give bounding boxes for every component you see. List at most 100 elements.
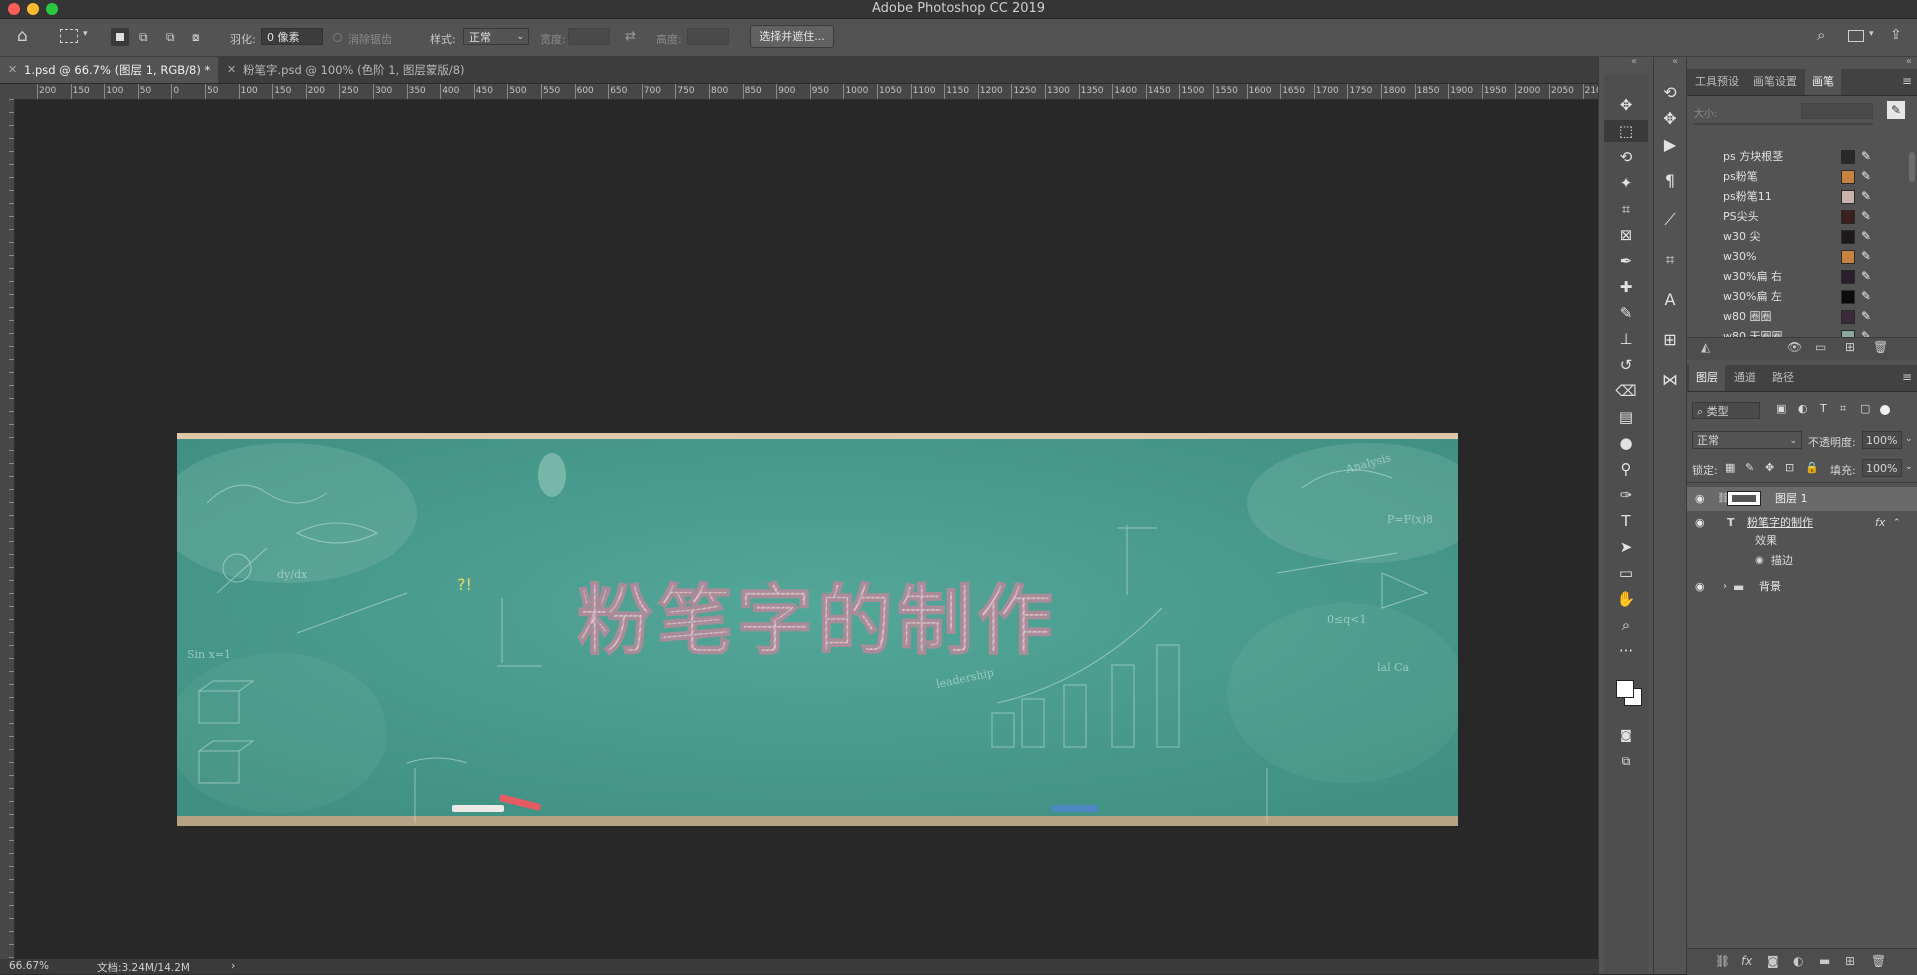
eyedropper-tool-icon[interactable]: ✒ [1604, 250, 1648, 272]
share-icon[interactable]: ⇪ [1890, 28, 1902, 42]
brush-preset-row[interactable]: w30% ✎ [1687, 247, 1917, 267]
width-input[interactable] [568, 28, 610, 45]
adjustments-icon[interactable]: ⟋ [1654, 207, 1686, 233]
subtract-selection-icon[interactable]: ⧉ [166, 31, 175, 43]
lock-transparency-icon[interactable]: ▦ [1725, 461, 1735, 474]
swap-dimensions-icon[interactable]: ⇄ [625, 30, 636, 43]
actions-play-icon[interactable]: ▶ [1654, 132, 1686, 158]
lock-artboard-icon[interactable]: ⊡ [1785, 461, 1794, 474]
glyph-icon[interactable]: ⋈ [1654, 367, 1686, 393]
select-and-mask-button[interactable]: 选择并遮住... [750, 25, 834, 48]
blur-tool-icon[interactable]: ● [1604, 432, 1648, 454]
style-select[interactable]: 正常 ⌄ [463, 28, 529, 45]
blend-mode-select[interactable]: 正常 ⌄ [1692, 431, 1802, 449]
brush-preset-row[interactable]: w80 无圈圈 ✎ [1687, 327, 1917, 337]
marquee-tool-icon[interactable]: ⬚ [1604, 120, 1648, 142]
new-group-icon[interactable]: ▭ [1815, 340, 1826, 354]
clone-stamp-tool-icon[interactable]: ⊥ [1604, 328, 1648, 350]
zoom-tool-icon[interactable]: ⌕ [1604, 614, 1648, 636]
brush-preset-row[interactable]: ps 方块根茎 ✎ [1687, 147, 1917, 167]
layer-row-effects[interactable]: 效果 [1687, 531, 1917, 551]
brush-size-triangle-icon[interactable]: ◭ [1701, 340, 1710, 354]
tab-brush-settings[interactable]: 画笔设置 [1747, 69, 1803, 95]
eraser-tool-icon[interactable]: ⌫ [1604, 380, 1648, 402]
magic-wand-tool-icon[interactable]: ✦ [1604, 172, 1648, 194]
antialias-checkbox[interactable] [333, 33, 342, 42]
eye-icon[interactable]: ◉ [1755, 551, 1764, 571]
brush-size-input[interactable] [1801, 103, 1873, 119]
type-tool-icon[interactable]: T [1604, 510, 1648, 532]
paragraph-icon[interactable]: ¶ [1654, 168, 1686, 194]
collapse-icon[interactable]: « [1672, 56, 1678, 67]
tab-paths[interactable]: 路径 [1765, 365, 1801, 391]
zoom-level[interactable]: 66.67% [9, 960, 49, 972]
workspace-icon[interactable] [1848, 30, 1864, 42]
history-icon[interactable]: ⟲ [1654, 80, 1686, 106]
layer-filter-select[interactable]: ⌕ 类型 [1692, 402, 1760, 419]
history-brush-tool-icon[interactable]: ↺ [1604, 354, 1648, 376]
rectangle-tool-icon[interactable]: ▭ [1604, 562, 1648, 584]
layer-row-layer1[interactable]: ◉ ⛓ 图层 1 [1687, 487, 1917, 511]
new-brush-icon[interactable]: ⊞ [1845, 340, 1855, 354]
type-filter-icon[interactable]: T [1820, 402, 1827, 415]
brush-preset-row[interactable]: w80 圈圈 ✎ [1687, 307, 1917, 327]
panel-menu-icon[interactable]: ≡ [1902, 74, 1912, 88]
crop-properties-icon[interactable]: ⌗ [1654, 247, 1686, 273]
chevron-down-icon[interactable]: ⌄ [1905, 434, 1913, 444]
close-tab-icon[interactable]: ✕ [227, 57, 236, 83]
spot-heal-tool-icon[interactable]: ✚ [1604, 276, 1648, 298]
tab-tool-presets[interactable]: 工具预设 [1689, 69, 1745, 95]
lock-position-icon[interactable]: ✥ [1765, 461, 1774, 474]
height-input[interactable] [687, 28, 729, 45]
brush-size-slider[interactable] [1693, 123, 1873, 125]
collapse-icon[interactable]: « [1906, 56, 1912, 67]
screen-mode-icon[interactable]: ⧉ [1604, 750, 1648, 772]
brush-preset-row[interactable]: w30%扁 右 ✎ [1687, 267, 1917, 287]
add-selection-icon[interactable]: ⧉ [139, 31, 148, 43]
fx-icon[interactable]: fx [1741, 954, 1752, 968]
eye-icon[interactable]: ◉ [1695, 575, 1705, 599]
pixel-filter-icon[interactable]: ▣ [1776, 402, 1786, 415]
brush-preset-row[interactable]: ps粉笔 ✎ [1687, 167, 1917, 187]
adjustment-layer-icon[interactable]: ◐ [1793, 954, 1803, 968]
frame-tool-icon[interactable]: ⊠ [1604, 224, 1648, 246]
foreground-color-swatch[interactable] [1616, 680, 1634, 698]
feather-input[interactable]: 0 像素 [261, 28, 323, 45]
more-tools-icon[interactable]: ··· [1604, 640, 1648, 662]
new-group-icon[interactable]: ▬ [1819, 954, 1830, 968]
vertical-ruler[interactable] [0, 99, 15, 959]
add-mask-icon[interactable]: ◙ [1767, 954, 1779, 968]
move-tool-icon[interactable]: ✥ [1604, 94, 1648, 116]
hand-tool-icon[interactable]: ✋ [1604, 588, 1648, 610]
dodge-tool-icon[interactable]: ⚲ [1604, 458, 1648, 480]
close-tab-icon[interactable]: ✕ [8, 57, 17, 83]
canvas-area[interactable]: leadership Analysis P=F(x)8 0≤q<1 lal Ca… [15, 100, 1598, 959]
lock-all-icon[interactable]: 🔒 [1805, 461, 1819, 474]
brush-preset-row[interactable]: ps粉笔11 ✎ [1687, 187, 1917, 207]
brush-preset-row[interactable]: PS尖头 ✎ [1687, 207, 1917, 227]
adjustment-filter-icon[interactable]: ◐ [1798, 402, 1808, 415]
quick-mask-icon[interactable]: ◙ [1604, 724, 1648, 746]
toggle-visibility-icon[interactable]: 👁 [1787, 340, 1802, 354]
delete-layer-icon[interactable]: 🗑 [1871, 954, 1886, 968]
delete-icon[interactable]: 🗑 [1873, 340, 1888, 354]
layer-row-stroke[interactable]: ◉ 描边 [1687, 551, 1917, 571]
chevron-down-icon[interactable]: ⌄ [1905, 462, 1913, 472]
link-layers-icon[interactable]: ⛓ [1715, 954, 1730, 968]
lock-pixels-icon[interactable]: ✎ [1745, 461, 1754, 474]
panel-menu-icon[interactable]: ≡ [1902, 370, 1912, 384]
plugin-icon[interactable]: ✥ [1654, 106, 1686, 132]
status-menu-icon[interactable]: › [231, 959, 235, 972]
path-select-tool-icon[interactable]: ➤ [1604, 536, 1648, 558]
tab-1-psd[interactable]: ✕ 1.psd @ 66.7% (图层 1, RGB/8) * [0, 57, 218, 83]
collapse-icon[interactable]: « [1631, 56, 1637, 67]
brush-preset-row[interactable]: w30 尖 ✎ [1687, 227, 1917, 247]
tab-brushes[interactable]: 画笔 [1805, 69, 1841, 95]
info-icon[interactable]: ⊞ [1654, 327, 1686, 353]
chevron-down-icon[interactable]: ▾ [83, 30, 88, 39]
search-icon[interactable]: ⌕ [1817, 28, 1825, 43]
new-brush-icon[interactable]: ✎ [1887, 101, 1905, 119]
brush-preset-row[interactable]: w30%扁 左 ✎ [1687, 287, 1917, 307]
chevron-down-icon[interactable]: ▾ [1869, 30, 1874, 39]
intersect-selection-icon[interactable]: ⧇ [192, 31, 200, 43]
